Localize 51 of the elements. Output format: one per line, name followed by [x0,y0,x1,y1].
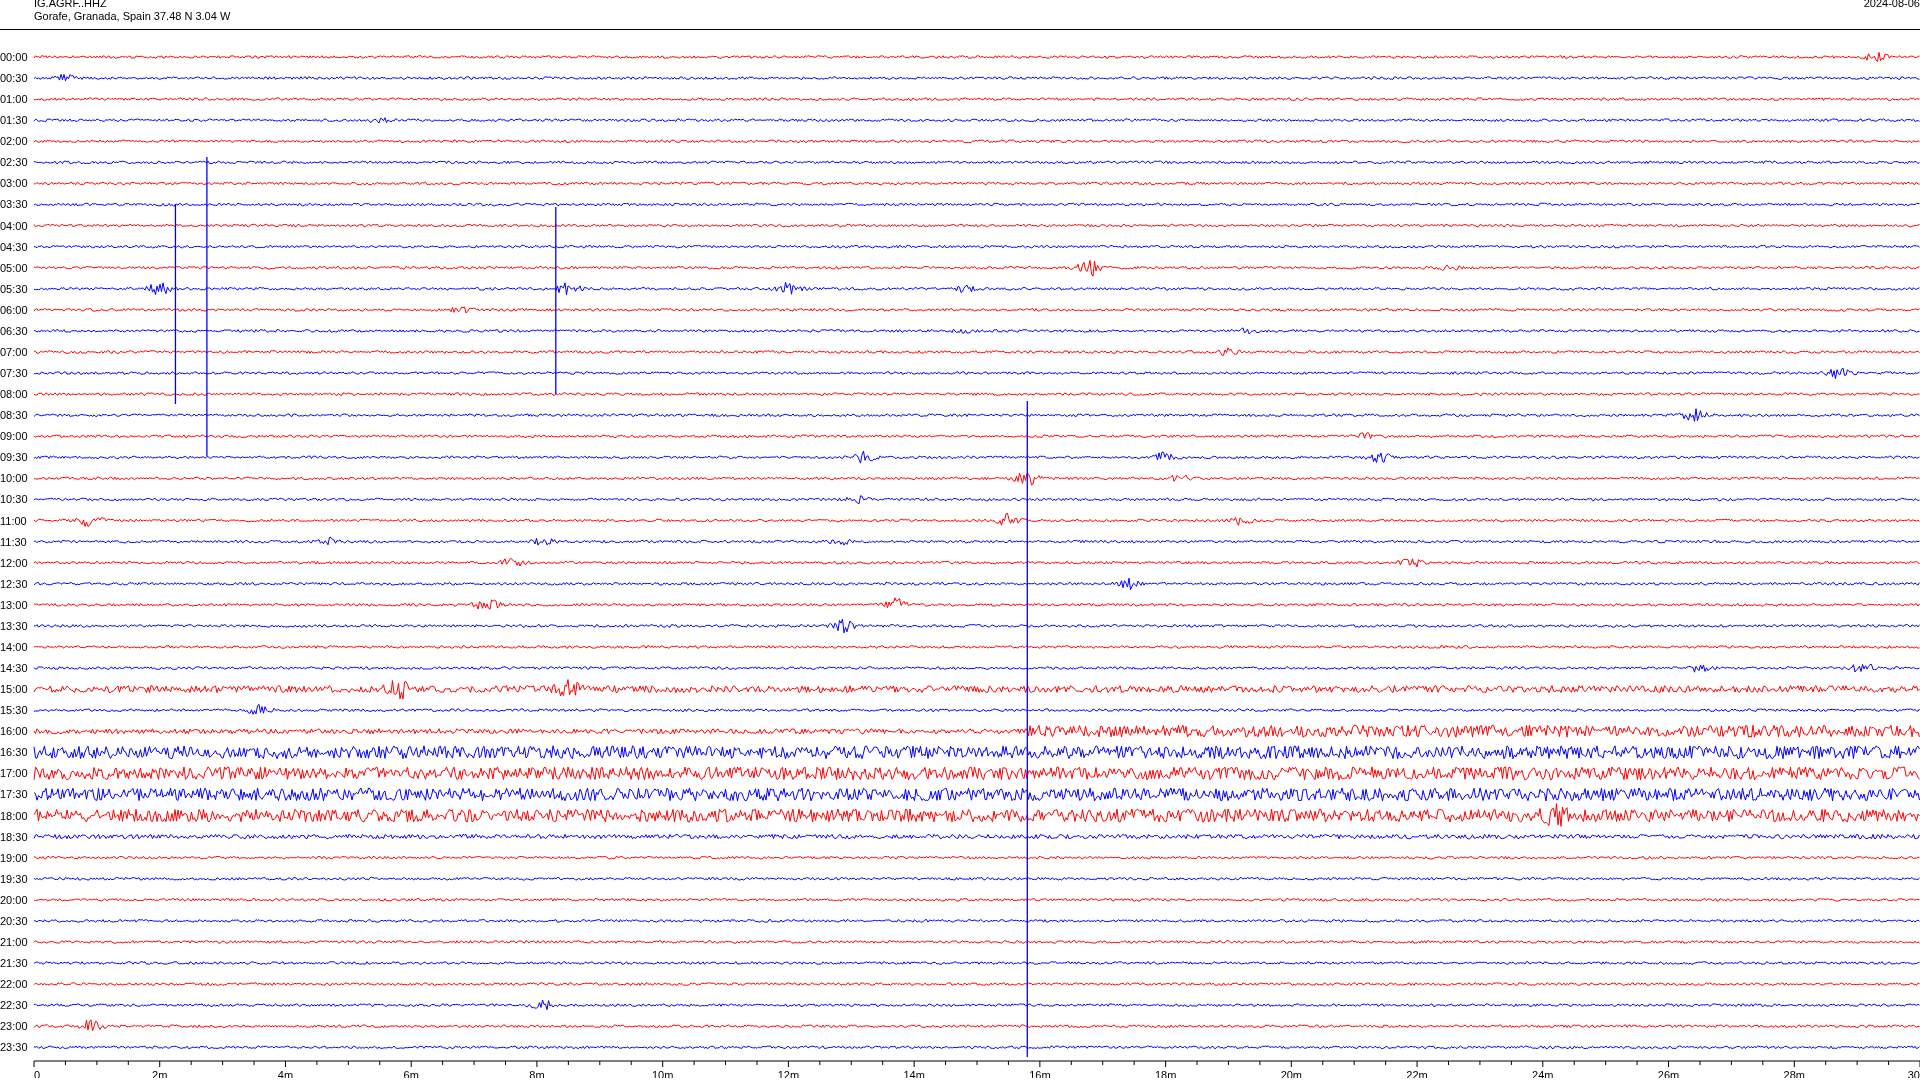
time-label: 00:00 [0,51,28,63]
time-label: 22:30 [0,999,28,1012]
time-label: 10:00 [0,472,28,485]
station-code: IG.AGRF..HHZ [34,0,108,10]
time-label: 01:30 [0,114,28,127]
time-label: 19:00 [0,851,28,864]
time-label: 12:00 [0,556,28,569]
time-label: 21:00 [0,935,28,948]
time-label: 03:30 [0,198,28,211]
time-label: 16:00 [0,725,28,738]
time-label: 07:30 [0,367,28,380]
time-label: 08:00 [0,388,28,401]
time-label: 00:30 [0,72,28,85]
time-label: 06:00 [0,303,28,316]
time-label: 11:30 [0,535,27,548]
time-label: 23:00 [0,1020,28,1033]
record-date: 2024-08-06 [1863,0,1920,11]
time-label: 10:30 [0,493,28,506]
time-label: 08:30 [0,409,28,422]
time-label: 02:00 [0,135,28,148]
time-label: 15:00 [0,683,28,696]
time-label: 13:00 [0,598,28,611]
time-label: 22:00 [0,978,28,991]
time-label: 21:30 [0,957,28,969]
time-label: 19:30 [0,872,28,885]
time-label: 16:30 [0,746,28,759]
time-label: 09:30 [0,451,28,464]
time-label: 18:00 [0,809,28,822]
time-label: 14:30 [0,662,28,675]
time-label: 20:00 [0,893,28,906]
time-label: 05:00 [0,261,28,274]
time-label: 15:30 [0,704,28,717]
time-label: 03:00 [0,177,28,190]
time-label: 04:30 [0,240,28,253]
time-label: 12:30 [0,577,28,590]
time-label: 18:30 [0,830,28,843]
time-label: 13:30 [0,619,28,632]
time-label: 09:00 [0,430,28,443]
time-label: 04:00 [0,219,28,232]
time-label: 01:00 [0,93,28,106]
time-label: 23:30 [0,1041,28,1054]
time-label: 17:00 [0,767,28,780]
time-label: 11:00 [0,514,27,527]
time-label: 05:30 [0,282,28,295]
station-location: Gorafe, Granada, Spain 37.48 N 3.04 W [34,10,231,23]
time-label: 14:00 [0,640,28,653]
time-label: 17:30 [0,788,28,801]
time-label: 07:00 [0,346,28,358]
time-label: 20:30 [0,914,28,927]
time-label: 02:30 [0,156,28,169]
time-label: 06:30 [0,324,28,337]
